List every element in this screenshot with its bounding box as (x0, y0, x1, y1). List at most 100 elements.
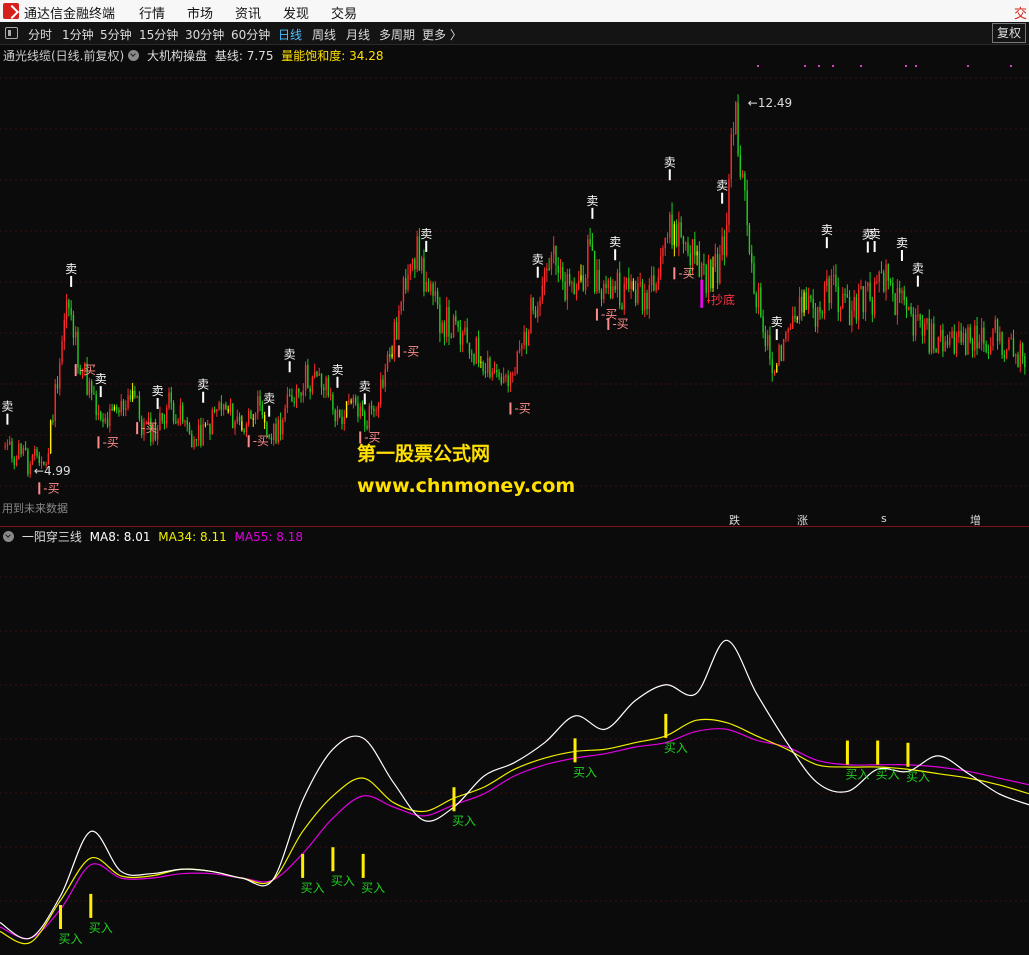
candle-body (500, 376, 503, 384)
candle-body (721, 236, 723, 255)
candle-body (348, 400, 350, 403)
candle-body (828, 278, 830, 303)
candle-body (662, 248, 664, 257)
candle-body (382, 379, 384, 387)
candle-body (807, 295, 810, 310)
candle-body (1024, 356, 1026, 368)
candle-body (573, 282, 575, 295)
candle-body (120, 400, 122, 413)
candle-body (163, 420, 166, 424)
candle-body (232, 403, 234, 428)
candle-body (946, 341, 949, 345)
candle-body (917, 314, 919, 316)
candle-body (887, 264, 889, 281)
candle-body (13, 458, 15, 466)
candle-body (609, 280, 612, 299)
ma-line-ma34 (0, 718, 1029, 945)
candle-body (181, 405, 184, 422)
candle-body (464, 327, 466, 333)
candle-body (439, 304, 441, 333)
candle-body (284, 408, 286, 420)
ma-line-chart[interactable]: 买入买入买入 买入 买入买入买入买入买入 买入 买入 (0, 527, 1029, 955)
sell-signal: 卖 (197, 378, 209, 392)
candle-body (111, 408, 113, 411)
candle-body (275, 424, 277, 443)
candle-body (584, 278, 587, 291)
candle-body (876, 281, 878, 283)
candle-body (901, 290, 903, 294)
candle-body (188, 424, 191, 435)
candle-body (36, 449, 38, 456)
candle-body (618, 272, 621, 306)
candle-body (127, 395, 129, 408)
candle-body (883, 272, 885, 292)
candle-body (59, 362, 61, 389)
buy-signal-label: 买入 (89, 921, 113, 935)
candle-body (97, 411, 100, 416)
sell-signal: 卖 (1, 400, 13, 414)
candle-body (555, 245, 557, 266)
candle-body (644, 292, 646, 311)
candle-body (691, 239, 694, 266)
candle-body (550, 255, 553, 270)
candle-body (309, 388, 311, 392)
sell-signal: 卖 (912, 262, 924, 276)
candle-body (405, 278, 407, 290)
candle-body (873, 282, 876, 315)
candle-body (878, 272, 880, 282)
candle-body (730, 134, 732, 179)
candle-body (974, 325, 976, 351)
candle-body (136, 396, 138, 398)
candle-body (860, 286, 862, 290)
watermark-url: www.chnmoney.com (357, 475, 576, 497)
candle-body (100, 411, 102, 419)
candle-body (889, 280, 892, 283)
candle-body (323, 387, 325, 391)
candle-body (109, 408, 111, 427)
candle-body (477, 337, 480, 363)
candle-body (937, 336, 940, 353)
buy-signal-label: 买入 (876, 768, 900, 782)
candle-body (313, 371, 316, 377)
sell-signal: 卖 (359, 379, 371, 393)
candle-body (564, 281, 566, 301)
sell-signal: 卖 (532, 253, 544, 267)
candle-body (229, 403, 232, 412)
candle-body (557, 265, 559, 273)
candle-body (826, 278, 828, 286)
candle-body (578, 280, 580, 290)
candle-body (6, 444, 9, 447)
candle-body (896, 288, 899, 316)
candle-body (678, 222, 680, 247)
candle-body (1015, 354, 1017, 357)
candle-body (898, 288, 901, 294)
candle-body (352, 397, 355, 403)
buy-signal-bar (664, 713, 668, 738)
candle-body (839, 307, 842, 313)
candle-body (625, 278, 628, 284)
candle-body (944, 341, 946, 352)
candle-body (632, 281, 635, 290)
candle-body (566, 274, 569, 301)
candle-body (671, 214, 673, 246)
candle-body (27, 450, 29, 475)
candle-body (689, 253, 691, 266)
candle-body (327, 377, 330, 396)
candle-body (339, 410, 341, 417)
sell-signal: 卖 (609, 235, 621, 249)
candle-body (61, 341, 63, 363)
candle-body (1019, 343, 1022, 368)
candle-body (659, 256, 662, 277)
candle-body (523, 331, 525, 345)
candle-body (723, 236, 726, 256)
candle-body (905, 299, 908, 311)
candle-body (521, 344, 523, 349)
candle-body (885, 264, 887, 292)
candle-body (739, 154, 742, 177)
candle-body (22, 447, 25, 455)
candle-body (589, 239, 591, 245)
candle-body (168, 392, 170, 408)
candle-body (316, 371, 318, 376)
candle-body (106, 418, 109, 427)
candle-body (329, 394, 332, 396)
